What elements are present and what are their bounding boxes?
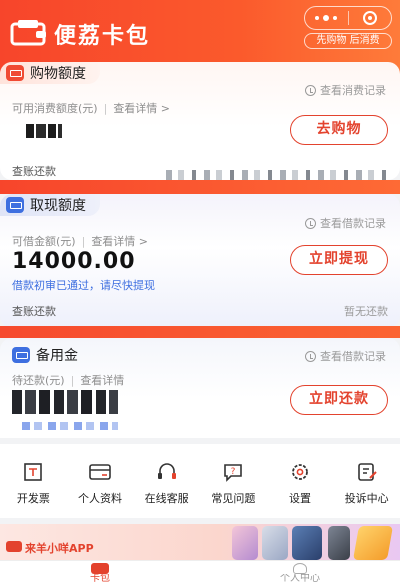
borrowable-label: 可借金额(元) <box>12 235 76 248</box>
phone-image <box>232 526 258 560</box>
shopping-quota-icon <box>6 65 24 81</box>
user-tab-icon <box>293 563 307 575</box>
app-title: 便荔卡包 <box>54 24 151 49</box>
cash-card-title: 取现额度 <box>30 198 86 214</box>
bottom-tabbar: 卡包 个人中心 <box>0 560 400 582</box>
cash-footer: 查账还款 暂无还款 <box>12 303 388 319</box>
available-quota-label: 可用消费额度(元) <box>12 102 98 115</box>
wallet-logo-icon <box>10 20 46 46</box>
pending-repay-label: 待还款(元) <box>12 374 65 387</box>
clock-icon <box>305 84 316 96</box>
withdraw-now-button[interactable]: 立即提现 <box>290 245 388 275</box>
tab-profile-label: 个人中心 <box>280 574 320 582</box>
reserve-sub-row: 待还款(元) | 查看详情 <box>12 374 125 387</box>
phone-image <box>292 526 322 560</box>
shopping-card: 购物额度 查看消费记录 可用消费额度(元) | 查看详情 > 去购物 查账还款 <box>0 62 400 180</box>
tab-profile[interactable]: 个人中心 <box>200 561 400 582</box>
reserve-record-label: 查看借款记录 <box>320 350 386 363</box>
promo-banner[interactable]: 来羊小咩APP <box>0 524 400 560</box>
cash-card-tag: 取现额度 <box>0 194 100 216</box>
grid-label-invoice: 开发票 <box>16 492 50 505</box>
svg-text:?: ? <box>231 467 236 477</box>
question-icon: ? <box>222 462 244 482</box>
divider-band <box>0 180 400 194</box>
consume-record-link[interactable]: 查看消费记录 <box>305 82 386 98</box>
loan-record-label: 查看借款记录 <box>320 217 386 230</box>
more-menu-icon[interactable] <box>305 15 348 21</box>
cash-repay-link[interactable]: 查账还款 <box>12 303 56 319</box>
reserve-card-tag: 备用金 <box>6 344 92 366</box>
consume-record-label: 查看消费记录 <box>320 84 386 97</box>
tab-card-wallet-label: 卡包 <box>90 574 110 582</box>
repay-now-button[interactable]: 立即还款 <box>290 385 388 415</box>
complaint-icon <box>356 462 378 482</box>
reserve-record-link[interactable]: 查看借款记录 <box>305 348 386 364</box>
grid-label-profile: 个人资料 <box>78 492 122 505</box>
go-shopping-button[interactable]: 去购物 <box>290 115 388 145</box>
redacted-amount <box>26 124 62 138</box>
redacted-footer-info <box>166 170 388 180</box>
reserve-detail-link[interactable]: 查看详情 <box>80 374 124 387</box>
reserve-card: 备用金 查看借款记录 待还款(元) | 查看详情 立即还款 <box>0 338 400 438</box>
close-program-icon[interactable] <box>349 11 392 25</box>
phone-image <box>262 526 288 560</box>
headset-icon <box>156 462 178 482</box>
wallet-tab-icon <box>91 563 109 575</box>
cash-quota-icon <box>6 197 24 213</box>
no-repayment-status: 暂无还款 <box>344 305 388 318</box>
grid-item-faq[interactable]: ? 常见问题 <box>200 444 267 518</box>
app-logo-icon <box>6 541 22 552</box>
grid-item-profile[interactable]: 个人资料 <box>67 444 134 518</box>
tab-card-wallet[interactable]: 卡包 <box>0 561 200 582</box>
function-grid: 开发票 个人资料 在线客服 ? 常见问题 设置 投诉中心 <box>0 444 400 518</box>
divider-band-2 <box>0 326 400 338</box>
grid-label-settings: 设置 <box>289 492 312 505</box>
grid-label-complaint: 投诉中心 <box>344 492 389 505</box>
id-card-icon <box>89 462 111 482</box>
shopping-sub-row: 可用消费额度(元) | 查看详情 > <box>12 102 171 115</box>
cash-sub-row: 可借金额(元) | 查看详情 > <box>12 235 149 248</box>
shopping-card-title: 购物额度 <box>30 66 86 82</box>
slogan-badge: 先购物 后消费 <box>304 33 392 49</box>
reserve-card-title: 备用金 <box>36 348 78 364</box>
grid-label-faq: 常见问题 <box>211 492 256 505</box>
shopping-detail-link[interactable]: 查看详情 > <box>113 102 170 115</box>
approval-hint: 借款初审已通过，请尽快提现 <box>12 279 155 292</box>
phone-image <box>328 526 350 560</box>
loan-record-link[interactable]: 查看借款记录 <box>305 215 386 231</box>
clock-icon <box>305 217 316 229</box>
grid-item-settings[interactable]: 设置 <box>267 444 334 518</box>
shopping-repay-link[interactable]: 查账还款 <box>12 163 56 179</box>
redacted-pending-info <box>22 422 118 430</box>
header: 便荔卡包 先购物 后消费 <box>0 0 400 62</box>
cash-detail-link[interactable]: 查看详情 > <box>91 235 148 248</box>
grid-item-support[interactable]: 在线客服 <box>133 444 200 518</box>
grid-item-complaint[interactable]: 投诉中心 <box>333 444 400 518</box>
promo-banner-text: 来羊小咩APP <box>25 542 94 555</box>
reserve-fund-icon <box>12 347 30 363</box>
borrowable-amount: 14000.00 <box>12 249 136 274</box>
invoice-icon <box>22 462 44 482</box>
clock-icon <box>305 350 316 362</box>
mini-program-capsule[interactable] <box>304 6 392 30</box>
shopping-card-tag: 购物额度 <box>0 62 100 84</box>
gear-icon <box>289 462 311 482</box>
cash-card: 取现额度 查看借款记录 可借金额(元) | 查看详情 > 14000.00 借款初审… <box>0 194 400 328</box>
redacted-pending-amount <box>12 390 118 414</box>
gift-image <box>353 526 393 560</box>
grid-item-invoice[interactable]: 开发票 <box>0 444 67 518</box>
grid-label-support: 在线客服 <box>144 492 189 505</box>
